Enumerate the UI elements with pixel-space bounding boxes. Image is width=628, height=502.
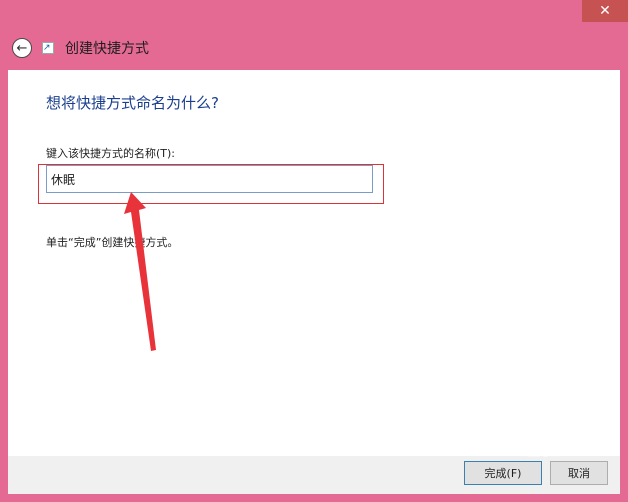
wizard-header: ← ↗ 创建快捷方式 <box>0 22 628 70</box>
page-heading: 想将快捷方式命名为什么? <box>46 94 219 112</box>
close-icon: ✕ <box>599 3 611 19</box>
finish-button[interactable]: 完成(F) <box>464 461 542 485</box>
close-button[interactable]: ✕ <box>582 0 628 22</box>
instruction-text: 单击“完成”创建快捷方式。 <box>46 236 179 249</box>
watermark: Bai 经验 <box>478 436 561 460</box>
window-frame: ✕ ← ↗ 创建快捷方式 想将快捷方式命名为什么? 键入该快捷方式的名称(T):… <box>0 0 628 502</box>
wizard-title: 创建快捷方式 <box>65 41 149 57</box>
shortcut-name-input[interactable] <box>46 165 373 193</box>
cancel-button[interactable]: 取消 <box>550 461 608 485</box>
wizard-footer: 完成(F) 取消 <box>8 456 620 494</box>
back-button[interactable]: ← <box>12 38 32 58</box>
shortcut-icon: ↗ <box>42 42 54 54</box>
wizard-content: 想将快捷方式命名为什么? 键入该快捷方式的名称(T): 单击“完成”创建快捷方式… <box>8 70 620 456</box>
back-arrow-icon: ← <box>16 40 28 56</box>
shortcut-name-label: 键入该快捷方式的名称(T): <box>46 147 176 160</box>
